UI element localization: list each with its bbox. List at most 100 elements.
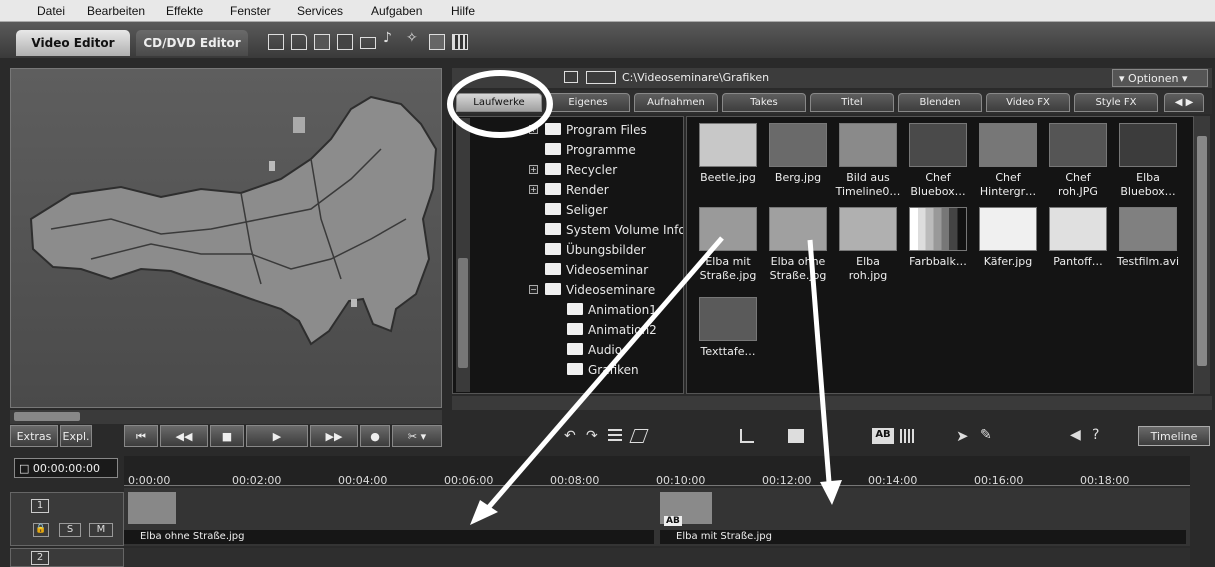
undo-icon[interactable]: ↶ xyxy=(564,428,576,444)
file-item[interactable]: Pantoff… xyxy=(1041,207,1115,269)
extras-button[interactable]: Extras xyxy=(10,425,58,447)
record-icon[interactable]: ● xyxy=(360,425,390,447)
menu-hilfe[interactable]: Hilfe xyxy=(451,4,475,18)
track-2[interactable] xyxy=(124,548,1190,567)
redo-icon[interactable]: ↷ xyxy=(586,428,598,444)
solo-button[interactable]: S xyxy=(59,523,81,537)
menu-effekte[interactable]: Effekte xyxy=(166,4,203,18)
timeline-button[interactable]: Timeline xyxy=(1138,426,1210,446)
file-item[interactable]: Käfer.jpg xyxy=(971,207,1045,269)
view-icon[interactable] xyxy=(564,71,578,83)
draw-icon[interactable]: ✎ xyxy=(980,427,992,443)
menu-services[interactable]: Services xyxy=(297,4,343,18)
options-dropdown[interactable]: ▾ Optionen ▾ xyxy=(1112,69,1208,87)
tree-item[interactable]: Program Files xyxy=(545,123,647,137)
tab-titel[interactable]: Titel xyxy=(810,93,894,112)
view-mode-select[interactable] xyxy=(586,71,616,84)
file-item[interactable]: Farbbalk… xyxy=(901,207,975,269)
help-cursor-icon[interactable]: ? xyxy=(1092,427,1099,443)
tab-aufnahmen[interactable]: Aufnahmen xyxy=(634,93,718,112)
tab-eigenes[interactable]: Eigenes xyxy=(546,93,630,112)
file-item[interactable]: Chef Hintergr… xyxy=(971,123,1045,199)
tab-scroll-arrows[interactable]: ◀ ▶ xyxy=(1164,93,1204,112)
effects-icon[interactable]: ✧ xyxy=(406,30,422,46)
scissors-icon[interactable]: ✂ ▾ xyxy=(392,425,442,447)
expand-icon[interactable]: + xyxy=(529,185,538,194)
file-item[interactable]: Bild aus Timeline0… xyxy=(831,123,905,199)
expand-icon[interactable]: + xyxy=(529,165,538,174)
files-scroll-thumb[interactable] xyxy=(1197,136,1207,366)
collapse-icon[interactable]: − xyxy=(529,285,538,294)
tree-item[interactable]: Programme xyxy=(545,143,636,157)
menu-fenster[interactable]: Fenster xyxy=(230,4,271,18)
clip-thumbnail[interactable] xyxy=(128,492,176,524)
clip-elba-ohne-strasse[interactable]: Elba ohne Straße.jpg xyxy=(124,530,654,544)
tree-item[interactable]: Übungsbilder xyxy=(545,243,646,257)
tree-scrollbar[interactable] xyxy=(456,118,470,392)
menu-datei[interactable]: Datei xyxy=(37,4,65,18)
preview-scrollbar[interactable] xyxy=(10,410,442,424)
expl-button[interactable]: Expl. xyxy=(60,425,92,447)
expand-icon[interactable]: + xyxy=(529,125,538,134)
marker-icon[interactable] xyxy=(740,429,754,443)
go-to-start-icon[interactable]: ⏮ xyxy=(124,425,158,447)
group-icon[interactable] xyxy=(788,429,804,443)
file-item[interactable]: Texttafe… xyxy=(691,297,765,359)
fast-forward-icon[interactable]: ▶▶ xyxy=(310,425,358,447)
tab-laufwerke[interactable]: Laufwerke xyxy=(456,93,542,112)
timeline-ruler[interactable]: 0:00:00 00:02:00 00:04:00 00:06:00 00:08… xyxy=(124,456,1190,487)
tab-style-fx[interactable]: Style FX xyxy=(1074,93,1158,112)
rewind-icon[interactable]: ◀◀ xyxy=(160,425,208,447)
track-1[interactable]: Elba ohne Straße.jpg AB Elba mit Straße.… xyxy=(124,488,1190,546)
file-item[interactable]: Elba roh.jpg xyxy=(831,207,905,283)
tree-item[interactable]: System Volume Infor xyxy=(545,223,683,237)
menu-bearbeiten[interactable]: Bearbeiten xyxy=(87,4,145,18)
browser-hscroll[interactable] xyxy=(452,396,1212,410)
list-icon[interactable] xyxy=(608,429,622,443)
tab-video-fx[interactable]: Video FX xyxy=(986,93,1070,112)
select-icon[interactable]: ➤ xyxy=(956,427,969,445)
fx-icon[interactable] xyxy=(429,34,445,50)
tree-item[interactable]: Recycler xyxy=(545,163,617,177)
preview-scroll-thumb[interactable] xyxy=(14,412,80,421)
file-item[interactable]: Berg.jpg xyxy=(761,123,835,185)
file-item[interactable]: Chef Bluebox… xyxy=(901,123,975,199)
open-folder-icon[interactable] xyxy=(291,34,307,50)
grid-icon[interactable] xyxy=(452,34,468,50)
eraser-icon[interactable] xyxy=(629,429,649,443)
file-item[interactable]: Elba Bluebox… xyxy=(1111,123,1185,199)
tab-takes[interactable]: Takes xyxy=(722,93,806,112)
tab-video-editor[interactable]: Video Editor xyxy=(16,30,130,56)
tree-item[interactable]: Seliger xyxy=(545,203,608,217)
save-all-icon[interactable] xyxy=(337,34,353,50)
tree-item[interactable]: Audio xyxy=(567,343,622,357)
files-scrollbar[interactable] xyxy=(1194,116,1210,394)
stop-icon[interactable]: ■ xyxy=(210,425,244,447)
tree-item[interactable]: Animation1 xyxy=(567,303,657,317)
new-file-icon[interactable] xyxy=(268,34,284,50)
tree-item[interactable]: Videoseminar xyxy=(545,263,648,277)
file-item[interactable]: Chef roh.JPG xyxy=(1041,123,1115,199)
tab-cd-dvd-editor[interactable]: CD/DVD Editor xyxy=(136,30,248,56)
speaker-icon[interactable]: ◀ xyxy=(1070,427,1081,443)
clip-elba-mit-strasse[interactable]: Elba mit Straße.jpg xyxy=(660,530,1186,544)
print-icon[interactable] xyxy=(360,37,376,49)
tree-item[interactable]: Animation2 xyxy=(567,323,657,337)
tree-scroll-thumb[interactable] xyxy=(458,258,468,368)
file-item[interactable]: Elba mit Straße.jpg xyxy=(691,207,765,283)
audio-icon[interactable]: ♪ xyxy=(383,30,399,46)
menu-aufgaben[interactable]: Aufgaben xyxy=(371,4,422,18)
tab-blenden[interactable]: Blenden xyxy=(898,93,982,112)
play-icon[interactable]: ▶ xyxy=(246,425,308,447)
tree-item[interactable]: Render xyxy=(545,183,609,197)
save-icon[interactable] xyxy=(314,34,330,50)
file-item[interactable]: Beetle.jpg xyxy=(691,123,765,185)
file-item[interactable]: Testfilm.avi xyxy=(1111,207,1185,269)
file-item[interactable]: Elba ohne Straße.jpg xyxy=(761,207,835,283)
tree-item[interactable]: Grafiken xyxy=(567,363,639,377)
tree-item[interactable]: Videoseminare xyxy=(545,283,655,297)
ab-icon[interactable]: AB xyxy=(872,428,894,444)
mute-button[interactable]: M xyxy=(89,523,113,537)
mixer-icon[interactable] xyxy=(900,429,916,443)
lock-icon[interactable]: 🔒 xyxy=(33,523,49,537)
